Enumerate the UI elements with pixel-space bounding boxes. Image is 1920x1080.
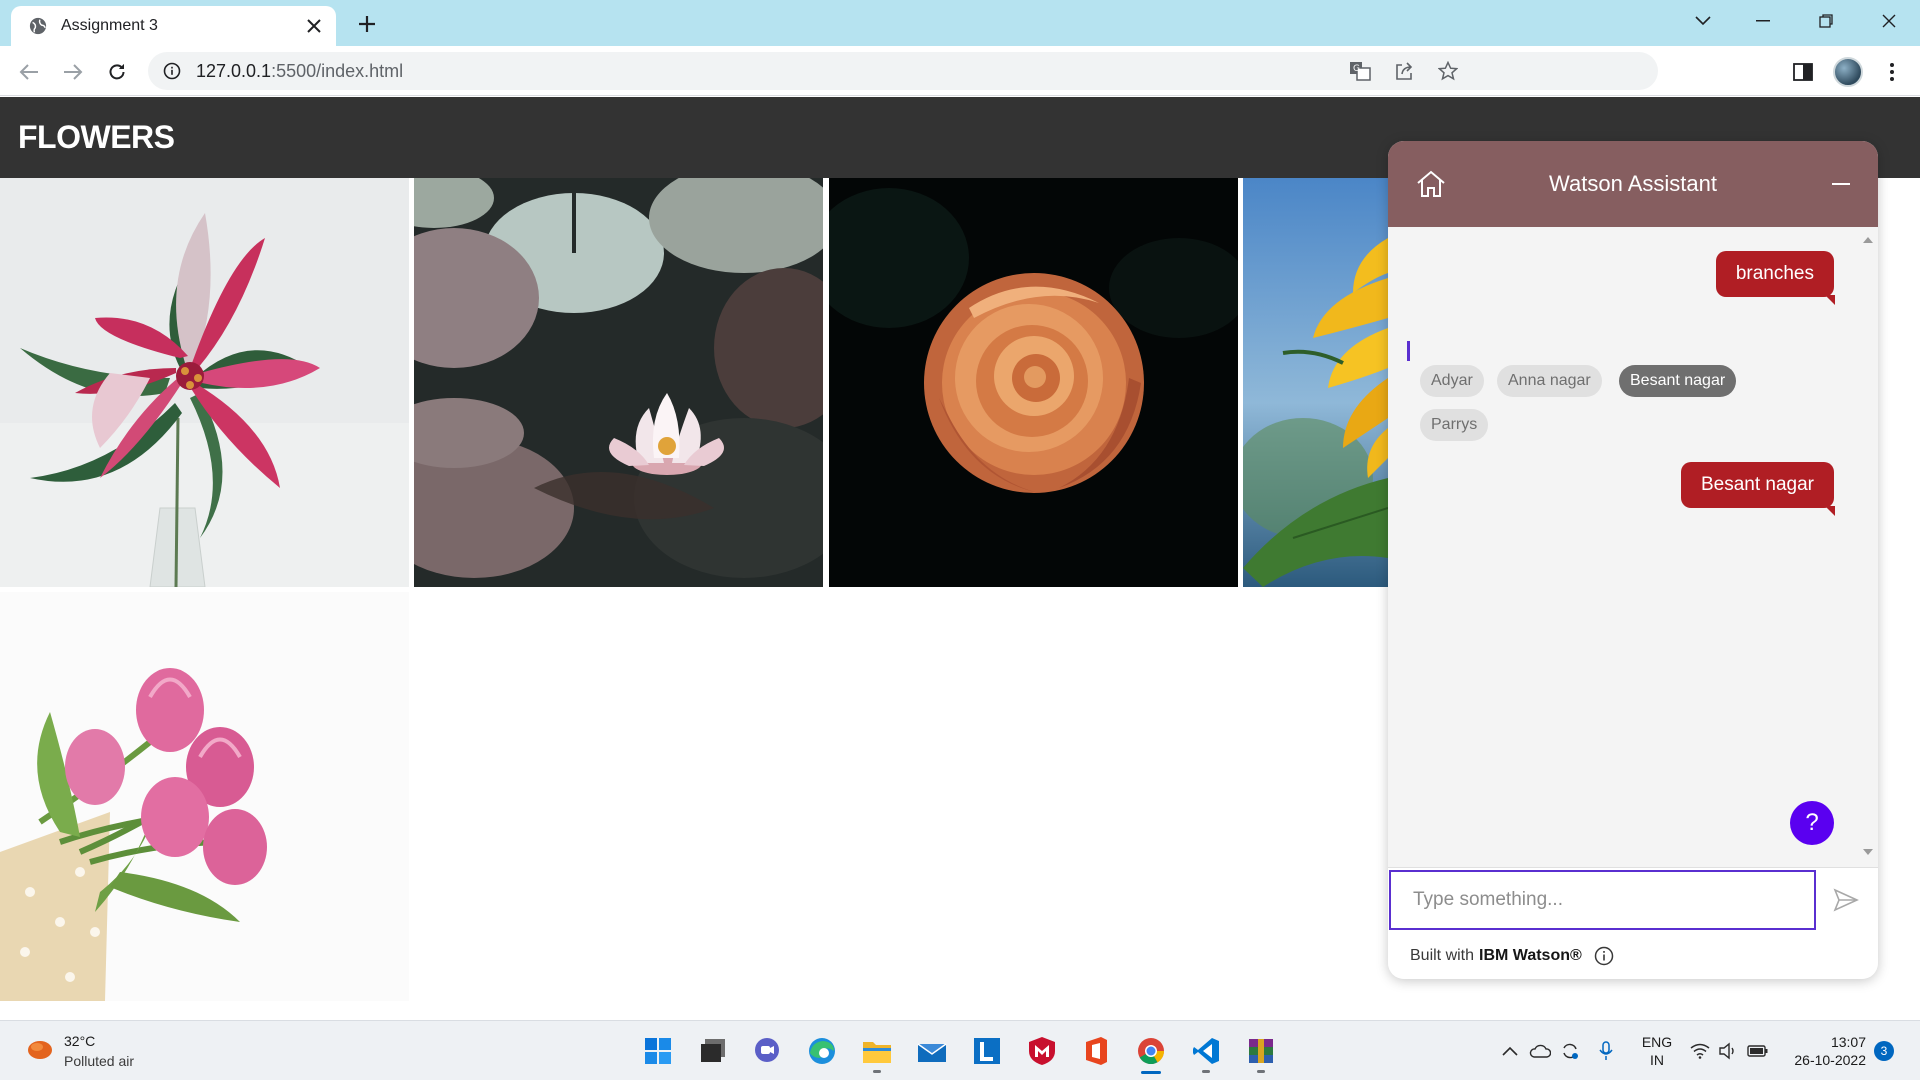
active-app-indicator	[1141, 1071, 1161, 1074]
battery-icon[interactable]	[1746, 1039, 1770, 1063]
back-arrow-icon[interactable]	[13, 56, 45, 88]
forward-arrow-icon[interactable]	[57, 56, 89, 88]
reload-icon[interactable]	[101, 56, 133, 88]
chat-message-input[interactable]	[1389, 870, 1816, 930]
footer-prefix: Built with	[1410, 947, 1475, 964]
edge-browser-icon[interactable]	[802, 1031, 842, 1071]
wifi-icon[interactable]	[1688, 1039, 1712, 1063]
notification-badge[interactable]: 3	[1874, 1041, 1894, 1061]
chat-header: Watson Assistant	[1388, 141, 1878, 227]
tab-search-icon[interactable]	[1680, 6, 1726, 36]
tab-title: Assignment 3	[61, 17, 158, 34]
weather-temperature[interactable]: 32°C	[64, 1033, 95, 1049]
browser-tab-strip: Assignment 3	[0, 0, 1920, 46]
page-title: FLOWERS	[18, 119, 175, 155]
option-chip-parrys[interactable]: Parrys	[1420, 409, 1489, 441]
bookmark-star-icon[interactable]	[1432, 52, 1464, 90]
more-menu-icon[interactable]	[1876, 56, 1908, 88]
mail-icon[interactable]	[912, 1031, 952, 1071]
close-window-icon[interactable]	[1866, 6, 1912, 36]
input-language[interactable]: ENG IN	[1640, 1033, 1674, 1069]
svg-text:G: G	[1353, 64, 1360, 74]
pink-lily-photo	[0, 178, 409, 587]
scroll-up-arrow-icon[interactable]	[1863, 237, 1873, 243]
region-code: IN	[1650, 1052, 1664, 1068]
teams-chat-icon[interactable]	[747, 1031, 787, 1071]
option-chip-anna-nagar[interactable]: Anna nagar	[1497, 365, 1602, 397]
share-icon[interactable]	[1388, 52, 1420, 90]
browser-tab[interactable]: Assignment 3	[11, 6, 336, 46]
translate-icon[interactable]: G	[1344, 52, 1376, 90]
sync-icon[interactable]	[1558, 1039, 1582, 1063]
url-host: 127.0.0.1	[196, 60, 272, 81]
chat-scrollbar[interactable]	[1856, 227, 1878, 863]
language-code: ENG	[1641, 1034, 1673, 1050]
minimize-window-icon[interactable]	[1740, 6, 1786, 36]
side-panel-icon[interactable]	[1787, 56, 1819, 88]
chrome-icon[interactable]	[1131, 1031, 1171, 1074]
vscode-icon[interactable]	[1186, 1031, 1226, 1073]
clock-time: 13:07	[1830, 1034, 1866, 1050]
windows-start-icon[interactable]	[638, 1031, 678, 1071]
url-text: 127.0.0.1:5500/index.html	[196, 61, 403, 82]
site-info-icon[interactable]	[162, 61, 182, 81]
weather-icon[interactable]	[26, 1037, 54, 1061]
running-indicator	[873, 1070, 881, 1073]
close-tab-icon[interactable]	[300, 12, 328, 40]
url-path: :5500/index.html	[271, 60, 404, 81]
send-icon[interactable]	[1828, 882, 1864, 918]
running-indicator	[1257, 1070, 1265, 1073]
browser-toolbar: 127.0.0.1:5500/index.html G	[0, 46, 1920, 96]
sunflower-photo	[1243, 178, 1388, 587]
focus-indicator	[1407, 341, 1410, 361]
address-bar[interactable]: 127.0.0.1:5500/index.html G	[148, 52, 1658, 90]
option-chip-adyar[interactable]: Adyar	[1420, 365, 1484, 397]
onedrive-cloud-icon[interactable]	[1528, 1039, 1552, 1063]
user-message: Besant nagar	[1680, 462, 1836, 516]
watson-assistant-panel: Watson Assistant branches Adyar Anna nag…	[1388, 141, 1878, 979]
microphone-icon[interactable]	[1594, 1039, 1618, 1063]
running-indicator	[1202, 1070, 1210, 1073]
help-button[interactable]: ?	[1790, 801, 1834, 845]
chat-input-area	[1388, 867, 1878, 933]
profile-avatar[interactable]	[1832, 56, 1864, 88]
windows-taskbar: 32°C Polluted air ENG IN 13:07 26-10-202…	[0, 1020, 1920, 1080]
minimize-chat-icon[interactable]	[1826, 169, 1856, 199]
system-clock[interactable]: 13:07 26-10-2022	[1784, 1033, 1866, 1069]
file-explorer-icon[interactable]	[857, 1031, 897, 1073]
chat-footer: Built with IBM Watson®	[1388, 933, 1878, 979]
footer-brand: IBM Watson®	[1479, 947, 1582, 964]
l-app-icon[interactable]	[967, 1031, 1007, 1071]
scroll-down-arrow-icon[interactable]	[1863, 849, 1873, 855]
mcafee-icon[interactable]	[1022, 1031, 1062, 1071]
option-chip-besant-nagar[interactable]: Besant nagar	[1619, 365, 1737, 397]
pink-tulips-photo	[0, 592, 409, 1001]
winrar-icon[interactable]	[1241, 1031, 1281, 1073]
weather-description[interactable]: Polluted air	[64, 1053, 134, 1069]
show-hidden-icons-icon[interactable]	[1498, 1039, 1522, 1063]
orange-rose-photo	[829, 178, 1238, 587]
info-icon[interactable]	[1594, 946, 1614, 966]
new-tab-button[interactable]	[352, 9, 382, 39]
user-message: branches	[1715, 251, 1836, 305]
water-lily-photo	[414, 178, 823, 587]
volume-icon[interactable]	[1716, 1039, 1740, 1063]
chat-title: Watson Assistant	[1549, 171, 1717, 196]
clock-date: 26-10-2022	[1794, 1052, 1866, 1068]
task-view-icon[interactable]	[693, 1031, 733, 1071]
office-icon[interactable]	[1076, 1031, 1116, 1071]
restore-window-icon[interactable]	[1803, 6, 1849, 36]
globe-icon	[28, 16, 48, 36]
